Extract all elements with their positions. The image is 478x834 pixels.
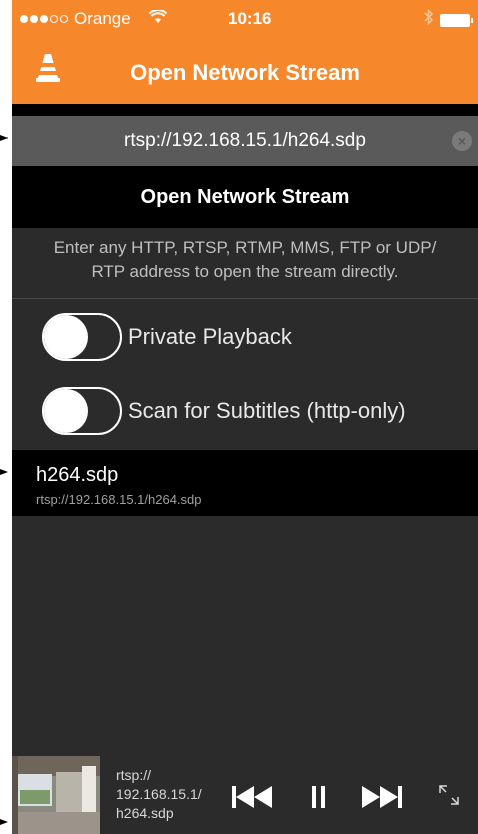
next-icon[interactable] — [362, 786, 408, 813]
status-bar: Orange 10:16 — [12, 0, 478, 40]
now-playing-line-1: rtsp:// — [116, 767, 152, 783]
bluetooth-icon — [424, 8, 434, 31]
scan-subtitles-toggle[interactable] — [42, 387, 122, 435]
divider — [12, 104, 478, 116]
private-playback-row: Private Playback — [42, 312, 478, 362]
scan-subtitles-row: Scan for Subtitles (http-only) — [42, 386, 478, 436]
mini-player: rtsp:// 192.168.15.1/ h264.sdp — [12, 756, 478, 834]
now-playing-title: rtsp:// 192.168.15.1/ h264.sdp — [116, 766, 226, 823]
previous-icon[interactable] — [232, 786, 278, 813]
private-playback-label: Private Playback — [128, 324, 292, 349]
pointer-arrow-icon — [0, 816, 12, 828]
instructions-line-1: Enter any HTTP, RTSP, RTMP, MMS, FTP or … — [53, 238, 437, 257]
phone-screen: Orange 10:16 Open Network Stream × Open — [12, 0, 478, 834]
list-item[interactable]: h264.sdp rtsp://192.168.15.1/h264.sdp — [12, 450, 478, 516]
carrier-name: Orange — [74, 9, 131, 28]
clock: 10:16 — [228, 9, 272, 28]
url-input[interactable] — [12, 116, 478, 166]
divider — [12, 298, 478, 299]
pointer-arrow-icon — [0, 132, 12, 144]
recent-stream-url: rtsp://192.168.15.1/h264.sdp — [36, 492, 202, 507]
instructions-text: Enter any HTTP, RTSP, RTMP, MMS, FTP or … — [12, 236, 478, 284]
page-title: Open Network Stream — [130, 60, 360, 85]
private-playback-toggle[interactable] — [42, 313, 122, 361]
wifi-icon — [148, 9, 167, 29]
video-thumbnail[interactable] — [12, 756, 100, 834]
recent-stream-name: h264.sdp — [36, 464, 119, 486]
instructions-line-2: RTP address to open the stream directly. — [91, 262, 399, 281]
carrier-info: Orange — [20, 9, 167, 29]
now-playing-line-2: 192.168.15.1/ — [116, 786, 202, 802]
open-network-stream-button[interactable]: Open Network Stream — [12, 166, 478, 228]
pause-icon[interactable] — [312, 786, 326, 813]
scan-subtitles-label: Scan for Subtitles (http-only) — [128, 398, 406, 423]
battery-icon — [440, 14, 473, 27]
pointer-arrow-icon — [0, 466, 12, 478]
signal-dots-icon — [20, 15, 68, 23]
url-field-container: × — [12, 116, 478, 166]
fullscreen-icon[interactable] — [438, 784, 460, 811]
clear-icon[interactable]: × — [452, 131, 472, 151]
navigation-bar: Open Network Stream — [12, 40, 478, 104]
now-playing-line-3: h264.sdp — [116, 805, 174, 821]
